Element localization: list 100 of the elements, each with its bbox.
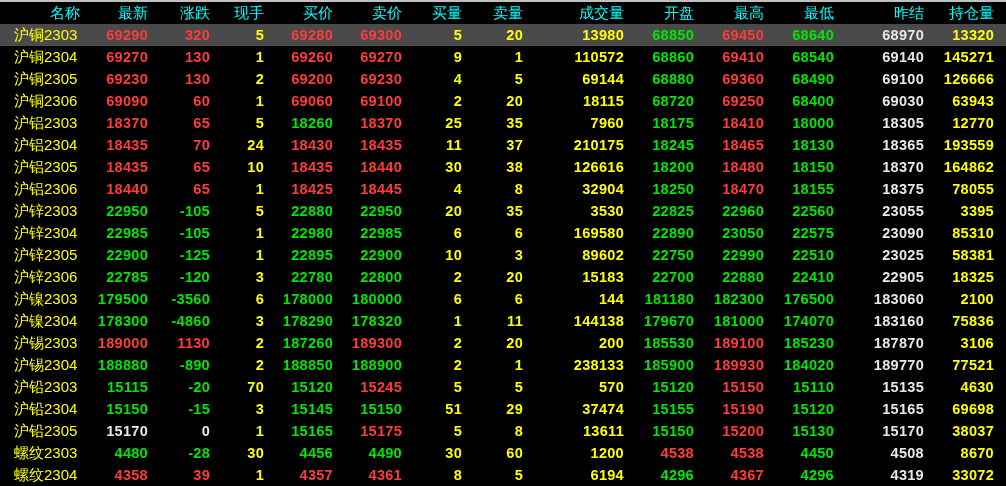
table-cell: 0 xyxy=(201,423,210,439)
column-header[interactable]: 买价 xyxy=(303,3,333,23)
table-cell: 37474 xyxy=(582,401,624,417)
table-cell: 18325 xyxy=(952,269,994,285)
table-cell: 60 xyxy=(193,93,210,109)
table-row[interactable]: 沪铜2304 69270 130 1 69260 69270 9 1 110572 68860 69410 68540 69140 145271 xyxy=(0,46,1006,68)
table-cell: 1 xyxy=(453,313,462,329)
column-header[interactable]: 名称 xyxy=(50,3,80,23)
table-cell: 145271 xyxy=(943,49,994,65)
table-cell: 189770 xyxy=(873,357,924,373)
table-cell: 179670 xyxy=(643,313,694,329)
column-header[interactable]: 卖价 xyxy=(372,3,402,23)
table-cell: 23055 xyxy=(882,203,924,219)
contract-name: 沪锌2305 xyxy=(13,245,78,265)
table-cell: 570 xyxy=(598,379,624,395)
table-cell: 23025 xyxy=(882,247,924,263)
table-cell: 22785 xyxy=(106,269,148,285)
table-cell: 110572 xyxy=(574,49,624,65)
table-cell: 20 xyxy=(506,269,523,285)
table-cell: 69250 xyxy=(722,93,764,109)
table-cell: 70 xyxy=(193,137,210,153)
table-cell: 18260 xyxy=(291,115,333,131)
table-row[interactable]: 沪锌2306 22785 -120 3 22780 22800 2 20 15183 22700 22880 22410 22905 18325 xyxy=(0,266,1006,288)
table-cell: 5 xyxy=(453,379,462,395)
table-cell: 69144 xyxy=(582,71,624,87)
table-row[interactable]: 沪锡2303 189000 1130 2 187260 189300 2 20 200 185530 189100 185230 187870 3106 xyxy=(0,332,1006,354)
table-row[interactable]: 沪镍2304 178300 -4860 3 178290 178320 1 11 144138 179670 181000 174070 183160 75836 xyxy=(0,310,1006,332)
table-row[interactable]: 螺纹2303 4480 -28 30 4456 4490 30 60 1200 4538 4538 4450 4508 8670 xyxy=(0,442,1006,464)
table-row[interactable]: 螺纹2304 4358 39 1 4357 4361 8 5 6194 4296 4367 4296 4319 33072 xyxy=(0,464,1006,486)
table-cell: 4480 xyxy=(114,445,148,461)
table-cell: 5 xyxy=(514,379,523,395)
table-row[interactable]: 沪铝2305 18435 65 10 18435 18440 30 38 126616 18200 18480 18150 18370 164862 xyxy=(0,156,1006,178)
table-cell: -890 xyxy=(179,357,210,373)
column-header[interactable]: 昨结 xyxy=(894,3,924,23)
table-cell: 69090 xyxy=(106,93,148,109)
column-header[interactable]: 开盘 xyxy=(664,3,694,23)
table-cell: -125 xyxy=(179,247,210,263)
column-header[interactable]: 现手 xyxy=(234,3,264,23)
table-cell: 22905 xyxy=(882,269,924,285)
table-cell: 4361 xyxy=(368,467,402,483)
table-cell: 69260 xyxy=(291,49,333,65)
table-cell: 22510 xyxy=(792,247,834,263)
table-cell: 1 xyxy=(514,357,523,373)
table-cell: 188900 xyxy=(351,357,402,373)
table-cell: 15200 xyxy=(722,423,764,439)
table-row[interactable]: 沪锡2304 188880 -890 2 188850 188900 2 1 238133 185900 189930 184020 189770 77521 xyxy=(0,354,1006,376)
table-row[interactable]: 沪铝2304 18435 70 24 18430 18435 11 37 210175 18245 18465 18130 18365 193559 xyxy=(0,134,1006,156)
column-header[interactable]: 买量 xyxy=(432,3,462,23)
table-cell: 18435 xyxy=(360,137,402,153)
table-row[interactable]: 沪铅2304 15150 -15 3 15145 15150 51 29 37474 15155 15190 15120 15165 69698 xyxy=(0,398,1006,420)
column-header[interactable]: 涨跌 xyxy=(180,3,210,23)
table-cell: 22780 xyxy=(291,269,333,285)
table-cell: 169580 xyxy=(573,225,624,241)
table-cell: 35 xyxy=(506,203,523,219)
contract-name: 沪镍2303 xyxy=(13,289,78,309)
table-row[interactable]: 沪锌2305 22900 -125 1 22895 22900 10 3 89602 22750 22990 22510 23025 58381 xyxy=(0,244,1006,266)
table-cell: 4490 xyxy=(368,445,402,461)
table-cell: 18410 xyxy=(722,115,764,131)
table-cell: 1 xyxy=(255,225,264,241)
table-cell: -105 xyxy=(179,225,210,241)
table-row[interactable]: 沪锌2304 22985 -105 1 22980 22985 6 6 169580 22890 23050 22575 23090 85310 xyxy=(0,222,1006,244)
table-cell: 68850 xyxy=(652,27,694,43)
table-cell: 178320 xyxy=(351,313,402,329)
table-row[interactable]: 沪铜2305 69230 130 2 69200 69230 4 5 69144 68880 69360 68490 69100 126666 xyxy=(0,68,1006,90)
table-cell: 22895 xyxy=(291,247,333,263)
table-cell: 20 xyxy=(506,93,523,109)
column-header[interactable]: 最新 xyxy=(118,3,148,23)
table-cell: 15120 xyxy=(291,379,333,395)
table-row[interactable]: 沪铝2303 18370 65 5 18260 18370 25 35 7960 18175 18410 18000 18305 12770 xyxy=(0,112,1006,134)
table-cell: 18425 xyxy=(291,181,333,197)
table-cell: 18370 xyxy=(360,115,402,131)
table-cell: 4296 xyxy=(800,467,834,483)
table-cell: -105 xyxy=(179,203,210,219)
column-header[interactable]: 卖量 xyxy=(493,3,523,23)
table-cell: 69360 xyxy=(722,71,764,87)
selected-row[interactable]: 沪铜2303 69290 320 5 69280 69300 5 20 13980 68850 69450 68640 68970 13320 xyxy=(0,24,1006,46)
table-cell: 30 xyxy=(445,445,462,461)
table-row[interactable]: 沪铅2305 15170 0 1 15165 15175 5 8 13611 15150 15200 15130 15170 38037 xyxy=(0,420,1006,442)
table-cell: 18000 xyxy=(792,115,834,131)
table-cell: 78055 xyxy=(952,181,994,197)
table-cell: 6 xyxy=(255,291,264,307)
table-cell: 130 xyxy=(184,71,210,87)
column-header[interactable]: 持仓量 xyxy=(949,3,994,23)
table-cell: 69100 xyxy=(360,93,402,109)
table-cell: 238133 xyxy=(573,357,624,373)
contract-name: 沪铅2305 xyxy=(13,421,78,441)
table-cell: 68720 xyxy=(652,93,694,109)
table-row[interactable]: 沪锌2303 22950 -105 5 22880 22950 20 35 3530 22825 22960 22560 23055 3395 xyxy=(0,200,1006,222)
column-header[interactable]: 成交量 xyxy=(579,3,624,23)
table-row[interactable]: 沪铅2303 15115 -20 70 15120 15245 5 5 570 15120 15150 15110 15135 4630 xyxy=(0,376,1006,398)
table-cell: 22880 xyxy=(291,203,333,219)
column-header[interactable]: 最低 xyxy=(804,3,834,23)
table-cell: 1 xyxy=(255,49,264,65)
table-cell: 18440 xyxy=(106,181,148,197)
contract-name: 沪铅2303 xyxy=(13,377,78,397)
column-header[interactable]: 最高 xyxy=(734,3,764,23)
table-cell: 68860 xyxy=(652,49,694,65)
table-row[interactable]: 沪镍2303 179500 -3560 6 178000 180000 6 6 144 181180 182300 176500 183060 2100 xyxy=(0,288,1006,310)
table-row[interactable]: 沪铜2306 69090 60 1 69060 69100 2 20 18115 68720 69250 68400 69030 63943 xyxy=(0,90,1006,112)
table-row[interactable]: 沪铝2306 18440 65 1 18425 18445 4 8 32904 18250 18470 18155 18375 78055 xyxy=(0,178,1006,200)
